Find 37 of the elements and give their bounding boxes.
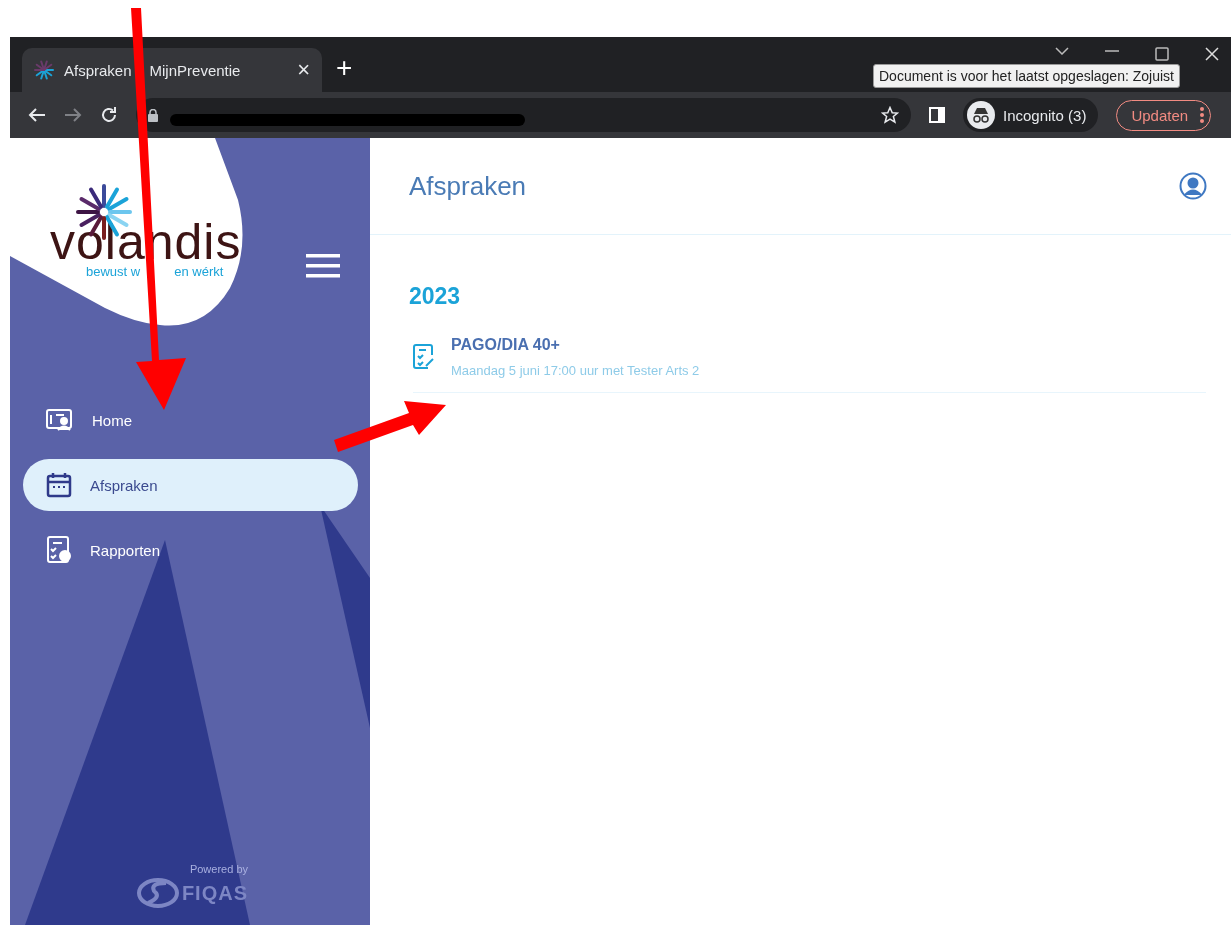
report-icon	[46, 536, 72, 564]
browser-tab[interactable]: Afspraken MijnPreventie ×	[22, 48, 322, 92]
tab-title: MijnPreventie	[149, 61, 241, 79]
appointment-title: PAGO/DIA 40+	[451, 336, 561, 354]
appointment-details: Maandag 5 juni 17:00 uur met Tester Arts 2	[451, 363, 700, 378]
checklist-edit-icon	[413, 344, 435, 370]
side-panel-icon[interactable]	[929, 107, 945, 123]
powered-by-label: Powered by	[189, 863, 248, 875]
lock-icon	[148, 108, 158, 122]
year-heading: 2023	[409, 283, 462, 310]
page-title: Afspraken	[409, 170, 527, 202]
tab-title: Afspraken	[64, 61, 132, 79]
incognito-icon	[967, 101, 995, 129]
hs-logo-icon	[135, 877, 180, 909]
tooltip: Document is voor het laatst opgeslagen: Zojuist	[873, 64, 1180, 88]
chevron-down-icon[interactable]	[1055, 47, 1069, 55]
star-icon[interactable]	[881, 106, 899, 124]
maximize-icon[interactable]	[1155, 47, 1169, 61]
starburst-icon	[34, 60, 54, 80]
appointment-item[interactable]: PAGO/DIA 40+ Maandag 5 juni 17:00 uur met Tester Arts 2	[413, 336, 1206, 393]
reload-icon[interactable]	[100, 106, 118, 124]
close-icon[interactable]	[1205, 47, 1219, 61]
back-arrow-icon[interactable]	[28, 107, 46, 123]
profile-card-icon	[46, 408, 74, 432]
incognito-profile-button[interactable]: Incognito (3)	[963, 98, 1099, 132]
tab-close-button[interactable]: ×	[297, 57, 310, 83]
nav-item[interactable]: Home	[23, 394, 358, 446]
user-account-icon[interactable]	[1179, 172, 1207, 200]
kebab-menu-icon[interactable]	[1200, 107, 1205, 123]
brand-name: FIQAS	[181, 881, 248, 905]
forward-arrow-icon[interactable]	[64, 107, 82, 123]
new-tab-button[interactable]: +	[336, 48, 353, 92]
minimize-icon[interactable]	[1105, 47, 1119, 55]
nav-item[interactable]: Afspraken	[23, 459, 358, 511]
calendar-icon	[46, 472, 72, 498]
nav-item[interactable]: Rapporten	[23, 524, 358, 576]
menu-icon[interactable]	[306, 254, 340, 278]
